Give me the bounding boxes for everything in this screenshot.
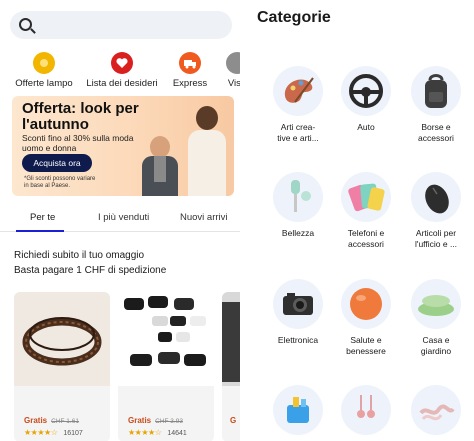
category-bellezza[interactable]: Bellezza	[261, 172, 335, 239]
category-label: Salute e benessere	[346, 335, 386, 356]
banner-note: *Gli sconti possono variare in base al P…	[24, 176, 96, 189]
banner-model-man-image	[140, 136, 180, 196]
banner-subtitle: Sconti fino al 30% sulla moda uomo e don…	[22, 133, 134, 153]
banner-title: Offerta: look per l'autunno	[22, 100, 139, 133]
category-label: Borse e accessori	[418, 122, 454, 143]
category-auto[interactable]: Auto	[329, 66, 403, 133]
tab-per-te[interactable]: Per te	[30, 212, 55, 223]
flash-deal-icon	[33, 52, 55, 74]
category-label: Casa e giardino	[420, 335, 452, 356]
search-icon	[19, 18, 32, 31]
express-icon	[179, 52, 201, 74]
camera-icon	[273, 279, 323, 329]
tab-nuovi-arrivi[interactable]: Nuovi arrivi	[180, 212, 228, 223]
steering-wheel-icon	[341, 66, 391, 116]
free-price-label: Gratis	[24, 416, 48, 425]
category-label: Elettronica	[277, 335, 319, 345]
mouse-icon	[411, 172, 461, 222]
category-label: Auto	[357, 122, 375, 132]
active-tab-indicator	[16, 230, 64, 232]
quick-action-label: Visu	[227, 78, 240, 89]
quick-action-offerte-lampo[interactable]: Offerte lampo	[14, 52, 74, 92]
category-ufficio[interactable]: Articoli per l'ufficio e ...	[399, 172, 473, 250]
cleaning-supplies-icon	[273, 385, 323, 435]
phone-accessories-icon	[341, 172, 391, 222]
review-count: 14641	[167, 430, 187, 437]
old-price: CHF 1.61	[51, 418, 79, 425]
visual-icon	[226, 52, 240, 74]
category-gioielli[interactable]	[329, 385, 403, 441]
category-elettronica[interactable]: Elettronica	[261, 279, 335, 346]
categories-panel: Categorie Arti crea- tive e arti... Auto…	[240, 0, 474, 441]
fitness-ball-icon	[341, 279, 391, 329]
promo-section-subtitle: Basta pagare 1 CHF di spedizione	[14, 265, 167, 276]
category-pizzo[interactable]	[399, 385, 473, 441]
product-price: Gratis CHF 3.93	[128, 416, 183, 425]
product-image	[222, 292, 240, 386]
tab-piu-venduti[interactable]: I più venduti	[98, 212, 149, 223]
category-telefoni[interactable]: Telefoni e accessori	[329, 172, 403, 250]
shop-now-button[interactable]: Acquista ora	[22, 154, 92, 172]
feed-tabs: Per te I più venduti Nuovi arrivi	[0, 206, 240, 232]
search-bar[interactable]	[10, 11, 232, 39]
category-label: Bellezza	[281, 228, 315, 238]
quick-action-label: Express	[172, 78, 208, 89]
category-arti-creative[interactable]: Arti crea- tive e arti...	[261, 66, 335, 144]
rating-stars-icon: ★★★★☆	[24, 428, 58, 437]
product-rating: ★★★★☆ 16107	[24, 428, 83, 437]
art-palette-icon	[273, 66, 323, 116]
review-count: 16107	[63, 430, 83, 437]
quick-action-express[interactable]: Express	[170, 52, 210, 92]
quick-actions-row: Offerte lampo Lista dei desideri Express…	[0, 52, 240, 92]
product-rating: ★★★★☆ 14641	[128, 428, 187, 437]
banner-model-woman-image	[184, 106, 230, 196]
category-salute[interactable]: Salute e benessere	[329, 279, 403, 357]
lace-icon	[411, 385, 461, 435]
free-price-label: G	[230, 416, 237, 425]
category-pulizia[interactable]	[261, 385, 335, 441]
quick-action-visu[interactable]: Visu	[222, 52, 240, 92]
rating-stars-icon: ★★★★☆	[128, 428, 162, 437]
old-price: CHF 3.93	[155, 418, 183, 425]
cushions-icon	[411, 279, 461, 329]
categories-title: Categorie	[257, 9, 331, 26]
product-price: G	[230, 416, 236, 425]
product-price: Gratis CHF 1.61	[24, 416, 79, 425]
category-label: Arti crea- tive e arti...	[277, 122, 319, 143]
quick-action-label: Lista dei desideri	[86, 78, 158, 89]
category-borse[interactable]: Borse e accessori	[399, 66, 473, 144]
bracelet-product-image	[14, 292, 110, 386]
quick-action-lista-desideri[interactable]: Lista dei desideri	[86, 52, 158, 92]
jewelry-icon	[341, 385, 391, 435]
heart-icon	[111, 52, 133, 74]
free-price-label: Gratis	[128, 416, 152, 425]
backpack-icon	[411, 66, 461, 116]
promo-section-title: Richiedi subito il tuo omaggio	[14, 250, 145, 261]
home-feed-panel: Offerte lampo Lista dei desideri Express…	[0, 0, 240, 441]
category-casa[interactable]: Casa e giardino	[399, 279, 473, 357]
category-label: Articoli per l'ufficio e ...	[414, 228, 458, 249]
category-label: Telefoni e accessori	[347, 228, 385, 249]
beauty-roller-icon	[273, 172, 323, 222]
quick-action-label: Offerte lampo	[15, 78, 73, 89]
promo-banner[interactable]: Offerta: look per l'autunno Sconti fino …	[12, 96, 234, 196]
socks-product-image	[118, 292, 214, 386]
